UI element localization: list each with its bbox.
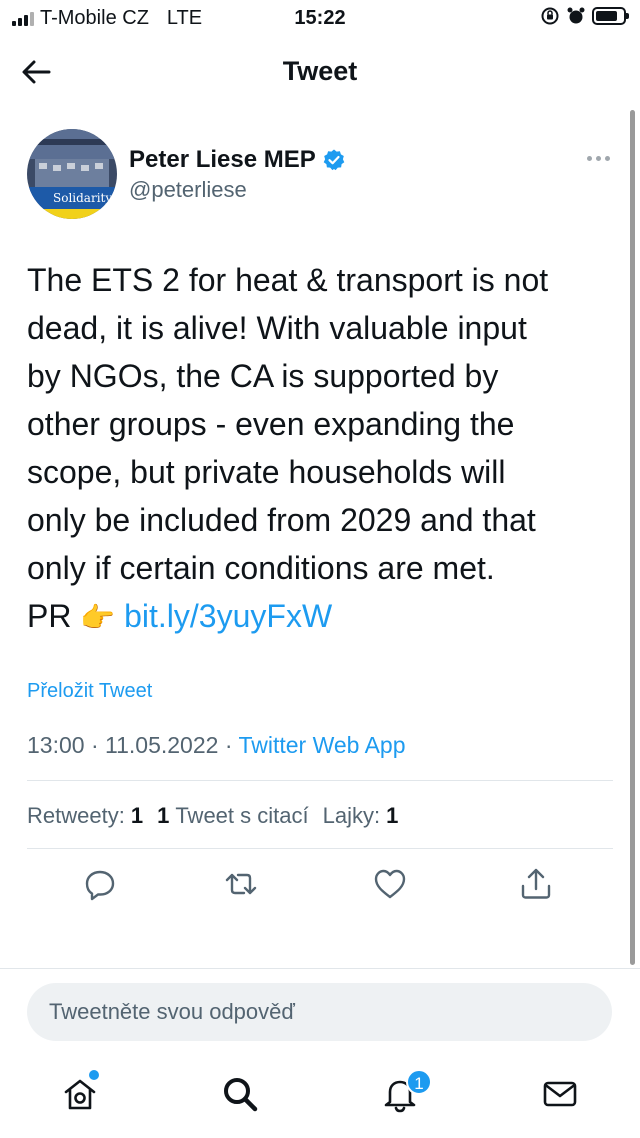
avatar-label: Solidarity xyxy=(53,191,112,205)
battery-icon xyxy=(592,7,629,25)
tweet-text-line: dead, it is alive! With valuable input xyxy=(27,310,527,346)
mail-icon[interactable] xyxy=(540,1074,580,1114)
tweet-stats: Retweety: 1 1 Tweet s citací Lajky: 1 xyxy=(27,803,412,829)
author-handle[interactable]: @peterliese xyxy=(129,177,247,203)
author-name-text: Peter Liese MEP xyxy=(129,146,316,173)
alarm-icon xyxy=(567,7,585,24)
divider xyxy=(27,848,613,849)
pr-prefix: PR xyxy=(27,598,72,634)
author-name[interactable]: Peter Liese MEP xyxy=(129,146,346,174)
tweet-text-line: The ETS 2 for heat & transport is not xyxy=(27,262,549,298)
tweet-date: 11.05.2022 xyxy=(105,732,219,758)
likes-stat[interactable]: Lajky: 1 xyxy=(323,803,399,829)
page-title: Tweet xyxy=(282,56,358,86)
divider xyxy=(27,780,613,781)
status-bar: T-Mobile CZ LTE 15:22 xyxy=(0,0,640,38)
scrollbar[interactable] xyxy=(630,110,635,965)
tweet-text-pr-line: PR 👉 bit.ly/3yuyFxW xyxy=(27,592,627,642)
tweet-text-line: scope, but private households will xyxy=(27,454,506,490)
retweets-stat[interactable]: Retweety: 1 xyxy=(27,803,143,829)
meta-separator: · xyxy=(90,732,99,758)
more-options-icon[interactable] xyxy=(580,148,616,168)
tweet-actions xyxy=(0,866,640,906)
reply-composer[interactable] xyxy=(27,983,612,1041)
translate-tweet-link[interactable]: Přeložit Tweet xyxy=(27,680,152,703)
home-badge-dot xyxy=(89,1070,99,1080)
quotes-stat[interactable]: 1 Tweet s citací xyxy=(157,803,309,829)
reply-icon[interactable] xyxy=(82,866,118,902)
home-icon[interactable] xyxy=(60,1074,100,1114)
status-right xyxy=(540,6,629,26)
verified-badge-icon xyxy=(323,149,345,171)
tweet-text-line: other groups - even expanding the xyxy=(27,406,515,442)
share-icon[interactable] xyxy=(518,866,554,902)
tweet-source-link[interactable]: Twitter Web App xyxy=(238,732,405,758)
tweet-link[interactable]: bit.ly/3yuyFxW xyxy=(124,598,332,634)
bottom-tab-bar: 1 xyxy=(0,1060,640,1138)
tweet-text: The ETS 2 for heat & transport is not de… xyxy=(27,256,627,642)
search-icon[interactable] xyxy=(220,1074,260,1114)
tweet-text-line: by NGOs, the CA is supported by xyxy=(27,358,499,394)
tweet-text-line: only if certain conditions are met. xyxy=(27,550,495,586)
retweet-icon[interactable] xyxy=(223,866,259,902)
top-navigation: Tweet xyxy=(0,38,640,106)
meta-separator: · xyxy=(224,732,233,758)
notifications-badge: 1 xyxy=(406,1069,432,1095)
tweet-text-line: only be included from 2029 and that xyxy=(27,502,536,538)
tweet-meta: 13:00 · 11.05.2022 · Twitter Web App xyxy=(27,732,406,759)
orientation-lock-icon xyxy=(541,7,559,25)
pointing-hand-emoji: 👉 xyxy=(80,602,116,633)
divider xyxy=(0,968,640,969)
reply-input[interactable] xyxy=(27,983,612,1041)
avatar[interactable]: Solidarity xyxy=(27,129,117,219)
heart-icon[interactable] xyxy=(372,866,408,902)
tweet-time: 13:00 xyxy=(27,732,85,758)
